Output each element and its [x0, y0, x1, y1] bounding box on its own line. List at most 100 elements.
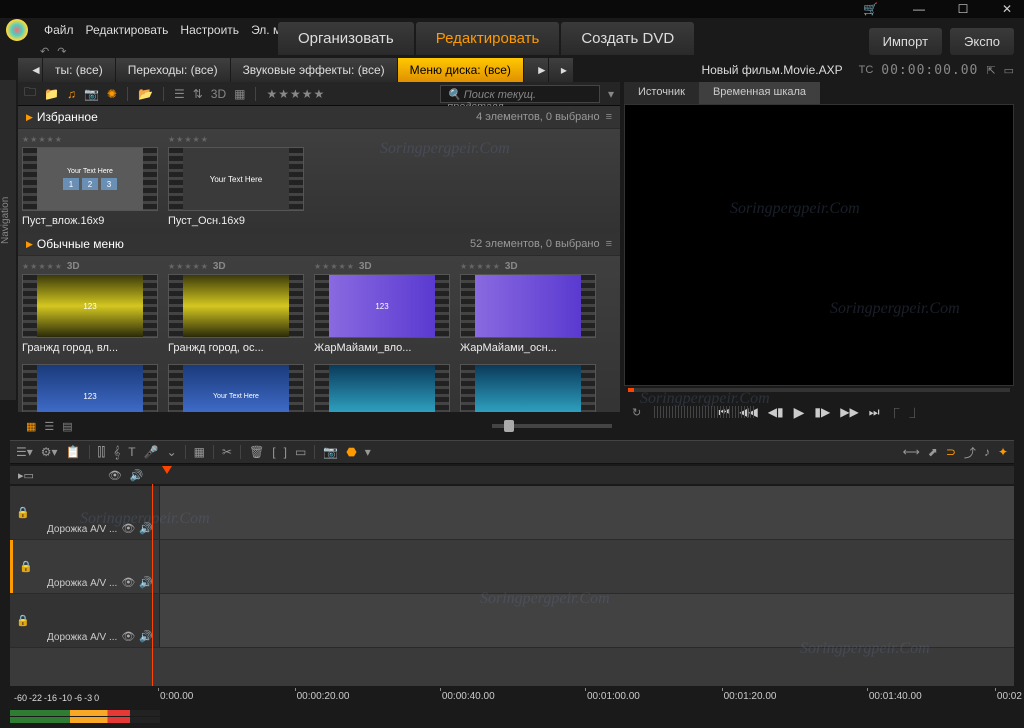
tl-bracket-left-icon[interactable]: [: [272, 445, 275, 459]
track-speaker-icon[interactable]: 🔊: [139, 630, 153, 643]
minimize-button[interactable]: —: [906, 2, 932, 16]
lock-icon[interactable]: 🔒: [16, 614, 30, 627]
playhead-icon[interactable]: [162, 466, 172, 474]
tl-bracket-right-icon[interactable]: ]: [284, 445, 287, 459]
item-thumbnail[interactable]: Your Text Here: [168, 364, 304, 412]
tl-ducking-icon[interactable]: ⌄: [167, 445, 177, 459]
menu-edit[interactable]: Редактировать: [86, 23, 169, 37]
sec-tab-disc-menu[interactable]: Меню диска: (все): [398, 58, 524, 82]
item-thumbnail[interactable]: [460, 364, 596, 412]
item-thumbnail[interactable]: Your Text Here123: [22, 147, 158, 211]
fx-icon[interactable]: ✺: [107, 87, 117, 101]
track-eye-icon[interactable]: 👁: [121, 522, 135, 535]
fullscreen-icon[interactable]: ▭: [1004, 64, 1014, 77]
goto-end-icon[interactable]: ⏭: [869, 405, 880, 420]
library-item[interactable]: Your Text Here: [168, 362, 308, 412]
tl-razor-icon[interactable]: ✂: [222, 445, 232, 459]
track-body[interactable]: [160, 486, 1014, 539]
grid-view-icon[interactable]: ▦: [26, 420, 36, 433]
track-eye-icon[interactable]: 👁: [121, 630, 135, 643]
jog-wheel[interactable]: [654, 406, 754, 418]
undo-button[interactable]: ↶: [40, 45, 49, 58]
thumbnail-size-slider[interactable]: [492, 424, 612, 428]
preview-viewport[interactable]: [624, 104, 1014, 386]
rating-stars[interactable]: ★★★★★: [168, 135, 209, 144]
rating-stars[interactable]: ★★★★★: [22, 135, 63, 144]
music-icon[interactable]: ♫: [67, 87, 76, 101]
tl-menu-icon[interactable]: ☰▾: [16, 445, 33, 459]
rating-filter[interactable]: ★★★★★: [266, 87, 325, 101]
item-thumbnail[interactable]: Your Text Here: [168, 147, 304, 211]
sec-tab-sound-effects[interactable]: Звуковые эффекты: (все): [231, 58, 398, 82]
tl-score-icon[interactable]: 𝄞: [113, 445, 120, 460]
rating-stars[interactable]: ★★★★★: [460, 262, 501, 271]
navigation-strip[interactable]: Navigation: [0, 80, 16, 400]
section-menu-icon[interactable]: ≡: [606, 111, 612, 123]
rating-stars[interactable]: ★★★★★: [168, 262, 209, 271]
mark-in-icon[interactable]: ⎾: [890, 405, 900, 420]
loop-icon[interactable]: ↻: [632, 406, 641, 419]
library-item[interactable]: 123: [22, 362, 162, 412]
tl-smart-icon[interactable]: ✦: [998, 445, 1008, 459]
close-button[interactable]: ✕: [994, 2, 1020, 16]
track-header[interactable]: 🔒 Дорожка A/V ... 👁 🔊: [10, 540, 160, 593]
step-fwd-icon[interactable]: ▮▶: [814, 405, 830, 419]
collapse-icon[interactable]: ▾: [608, 87, 614, 101]
rating-stars[interactable]: ★★★★★: [22, 262, 63, 271]
section-regular-header[interactable]: ▶ Обычные меню 52 элементов, 0 выбрано ≡: [18, 233, 620, 256]
sec-tab-effects[interactable]: ты: (все): [43, 58, 116, 82]
popout-icon[interactable]: ⇱: [986, 64, 995, 77]
preview-tab-timeline[interactable]: Временная шкала: [699, 82, 820, 104]
tl-marker-icon[interactable]: ⬣: [346, 445, 356, 459]
search-input[interactable]: 🔍 Поиск текущ. представл: [440, 85, 600, 103]
section-favorites-header[interactable]: ▶ Избранное 4 элементов, 0 выбрано ≡: [18, 106, 620, 129]
tl-multicam-icon[interactable]: ▦: [194, 445, 205, 459]
track-eye-icon[interactable]: 👁: [121, 576, 135, 589]
track-speaker-icon[interactable]: 🔊: [139, 522, 153, 535]
tl-select-icon[interactable]: ⬈: [928, 445, 938, 459]
info-icon[interactable]: ▦: [234, 87, 245, 101]
list-view-icon[interactable]: ☰: [44, 420, 54, 433]
item-thumbnail[interactable]: [460, 274, 596, 338]
step-back-icon[interactable]: ◀▮: [768, 405, 784, 419]
expand-icon[interactable]: ▶: [26, 112, 33, 123]
tl-mixer-icon[interactable]: ⫿⫿: [98, 445, 106, 460]
redo-button[interactable]: ↷: [57, 45, 66, 58]
library-item[interactable]: [314, 362, 454, 412]
tl-clipboard-icon[interactable]: 📋: [66, 445, 81, 459]
tl-magnet-icon[interactable]: ⊃: [946, 445, 956, 459]
tl-voiceover-icon[interactable]: 🎤: [144, 445, 159, 459]
library-item[interactable]: ★★★★★ Your Text Here Пуст_Осн.16x9: [168, 133, 308, 229]
item-thumbnail[interactable]: [314, 364, 450, 412]
photo-icon[interactable]: 📷: [84, 87, 99, 101]
cart-icon[interactable]: 🛒: [863, 2, 878, 16]
menu-file[interactable]: Файл: [44, 23, 74, 37]
tl-snapshot-icon[interactable]: 📷: [323, 445, 338, 459]
th-collapse-icon[interactable]: ▸▭: [18, 469, 34, 482]
next-frame-icon[interactable]: ▶▶: [840, 405, 858, 419]
tab-edit[interactable]: Редактировать: [416, 22, 560, 55]
menu-setup[interactable]: Настроить: [180, 23, 239, 37]
sec-tab-expand[interactable]: ▸: [549, 58, 574, 82]
track-body[interactable]: [160, 540, 1014, 593]
tl-fit-icon[interactable]: ⟷: [903, 445, 920, 459]
library-item[interactable]: ★★★★★3D 123 ЖарМайами_вло...: [314, 260, 454, 356]
sec-tab-scroll-left[interactable]: ◄: [18, 58, 43, 82]
play-icon[interactable]: ▶: [794, 404, 805, 421]
folder-icon[interactable]: 📁: [44, 87, 59, 101]
maximize-button[interactable]: ☐: [950, 2, 976, 16]
sec-tab-scroll-right[interactable]: ►: [524, 58, 549, 82]
item-thumbnail[interactable]: 123: [22, 274, 158, 338]
tl-marker-dropdown[interactable]: ▾: [365, 445, 371, 459]
th-speaker-icon[interactable]: 🔊: [130, 469, 144, 482]
export-button[interactable]: Экспо: [950, 28, 1014, 55]
tl-group-icon[interactable]: ▭: [295, 445, 306, 459]
tl-trash-icon[interactable]: 🗑: [249, 445, 264, 459]
rating-stars[interactable]: ★★★★★: [314, 262, 355, 271]
detail-view-icon[interactable]: ▤: [62, 420, 72, 433]
library-item[interactable]: ★★★★★ Your Text Here123 Пуст_влож.16x9: [22, 133, 162, 229]
time-marks[interactable]: 0:00.00 00:00:20.00 00:00:40.00 00:01:00…: [160, 688, 1014, 708]
tab-organize[interactable]: Организовать: [278, 22, 414, 55]
th-eye-icon[interactable]: 👁: [108, 469, 122, 482]
tab-create-dvd[interactable]: Создать DVD: [561, 22, 694, 55]
